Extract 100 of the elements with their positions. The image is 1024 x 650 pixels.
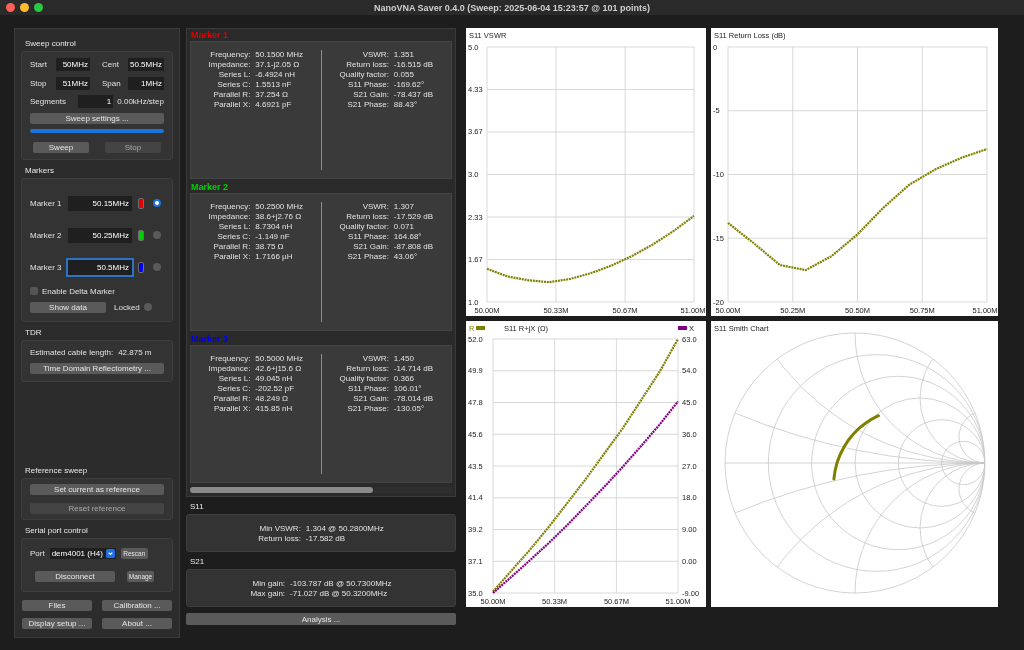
port-dropdown[interactable]: dem4001 (H4) — [49, 548, 116, 559]
field-label: S21 Phase: — [346, 100, 389, 109]
field-label: Quality factor: — [338, 222, 389, 231]
field-value: 164.68° — [393, 232, 423, 241]
field-value: -71.027 dB @ 50.3200MHz — [290, 588, 389, 598]
field-value: 43.06° — [393, 252, 419, 261]
segments-field[interactable]: 1 — [77, 95, 114, 108]
toolbar-button[interactable]: Calibration ... — [102, 600, 172, 611]
field-value: 38.75 Ω — [255, 242, 285, 251]
field-value: 50.1500 MHz — [255, 50, 304, 59]
field-label: Series C: — [216, 232, 251, 241]
field-value: 37.254 Ω — [255, 90, 290, 99]
sweep-settings-button[interactable]: Sweep settings ... — [30, 113, 164, 124]
field-label: S21 Gain: — [352, 242, 389, 251]
field-value: 50.2500 MHz — [255, 202, 304, 211]
field-label: Start — [30, 60, 48, 69]
field-value: 1.5513 nF — [255, 80, 293, 89]
marker-color-swatch[interactable] — [138, 197, 144, 209]
marker-frequency-field[interactable]: 50.5MHz — [68, 259, 132, 275]
marker-frequency-field[interactable]: 50.15MHz — [68, 195, 132, 211]
caret-icon — [105, 549, 115, 558]
field-label: VSWR: — [361, 50, 389, 59]
radio-button[interactable] — [153, 263, 161, 271]
window-minimize-button[interactable] — [20, 3, 29, 12]
field-label: Frequency: — [209, 354, 251, 363]
field-label: Series C: — [216, 384, 251, 393]
radio-button[interactable] — [143, 303, 152, 311]
analysis-button[interactable]: Analysis ... — [186, 613, 456, 625]
field-value: 8.7304 nH — [255, 222, 294, 231]
field-label: Span — [102, 79, 122, 88]
show-data-button[interactable]: Show data — [30, 301, 106, 313]
checkbox[interactable] — [30, 287, 38, 295]
marker-color-swatch[interactable] — [138, 229, 144, 241]
marker-title: Marker 2 — [191, 182, 229, 192]
frequency-field[interactable]: 51MHz — [56, 77, 90, 90]
field-value: 0.055 — [393, 70, 415, 79]
window-zoom-button[interactable] — [34, 3, 43, 12]
frequency-field[interactable]: 50MHz — [56, 58, 90, 71]
window-close-button[interactable] — [6, 3, 15, 12]
field-value: 1.307 — [393, 202, 415, 211]
field-value: 50.5000 MHz — [255, 354, 304, 363]
field-value: -1.149 nF — [255, 232, 291, 241]
field-label: Frequency: — [209, 50, 251, 59]
toolbar-button[interactable]: About ... — [102, 618, 172, 629]
cable-length-value: 42.875 m — [118, 348, 152, 357]
field-label: Quality factor: — [338, 70, 389, 79]
field-label: Series L: — [217, 70, 251, 79]
field-value: -169.62° — [393, 80, 426, 89]
disconnect-button[interactable]: Disconnect — [35, 571, 115, 582]
field-label: Impedance: — [207, 364, 251, 373]
field-label: S11 Phase: — [347, 80, 389, 89]
field-label: Stop — [30, 79, 48, 88]
field-value: -78.014 dB — [393, 394, 434, 403]
field-label: S21 Phase: — [346, 252, 389, 261]
field-value: -87.808 dB — [393, 242, 434, 251]
field-label: Parallel X: — [212, 100, 251, 109]
toolbar-button[interactable]: Files — [22, 600, 92, 611]
field-label: Return loss: — [345, 212, 389, 221]
field-value: 37.1-j2.05 Ω — [255, 60, 301, 69]
cable-length-label: Estimated cable length: — [30, 348, 114, 357]
reference-button[interactable]: Set current as reference — [30, 484, 164, 495]
field-value: -17.582 dB — [305, 533, 346, 543]
field-value: 38.6+j2.76 Ω — [255, 212, 303, 221]
field-label: Return loss: — [345, 60, 389, 69]
field-label: Return loss: — [345, 364, 389, 373]
tdr-button[interactable]: Time Domain Reflectometry ... — [30, 363, 164, 374]
section-title: Sweep control — [25, 39, 76, 48]
field-label: Parallel R: — [212, 242, 251, 251]
field-value: 42.6+j15.6 Ω — [255, 364, 303, 373]
field-label: Parallel X: — [212, 252, 251, 261]
field-value: -14.714 dB — [393, 364, 434, 373]
sweep-button[interactable]: Sweep — [33, 142, 89, 153]
scrollbar-thumb[interactable] — [190, 487, 374, 493]
marker-frequency-field[interactable]: 50.25MHz — [68, 227, 132, 243]
section-title: Markers — [25, 166, 54, 175]
window-title: NanoVNA Saver 0.4.0 (Sweep: 2025-06-04 15:23:57 @ 101 points) — [373, 2, 651, 13]
field-value: -16.515 dB — [393, 60, 434, 69]
field-label: Min VSWR: — [258, 523, 301, 533]
toolbar-button[interactable]: Display setup ... — [22, 618, 92, 629]
frequency-field[interactable]: 1MHz — [128, 77, 164, 90]
frequency-field[interactable]: 50.5MHz — [128, 58, 164, 71]
section-title: S21 — [190, 557, 205, 566]
field-label: Series L: — [217, 222, 251, 231]
field-value: -6.4924 nH — [255, 70, 296, 79]
field-label: Series L: — [217, 374, 251, 383]
field-label: Max gain: — [250, 588, 286, 598]
field-value: -130.05° — [393, 404, 426, 413]
section-title: Reference sweep — [25, 466, 88, 475]
marker-color-swatch[interactable] — [138, 261, 144, 273]
field-value: -78.437 dB — [393, 90, 434, 99]
field-label: Parallel R: — [212, 394, 251, 403]
marker-label: Marker 3 — [30, 262, 63, 272]
field-label: S21 Gain: — [352, 90, 389, 99]
field-label: Series C: — [216, 80, 251, 89]
field-label: Quality factor: — [338, 374, 389, 383]
field-label: Parallel X: — [212, 404, 251, 413]
radio-button[interactable] — [153, 231, 161, 239]
field-value: 106.01° — [393, 384, 423, 393]
field-label: Segments — [30, 97, 68, 106]
radio-button[interactable] — [153, 199, 161, 207]
